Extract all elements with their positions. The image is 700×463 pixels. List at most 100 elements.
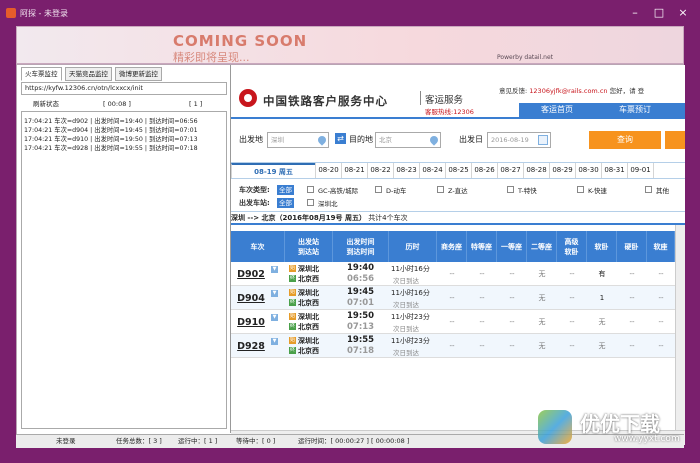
date-tab[interactable]: 08-25: [445, 163, 471, 178]
login-link[interactable]: 登: [638, 87, 645, 95]
date-tab[interactable]: 08-26: [471, 163, 497, 178]
tab-train-monitor[interactable]: 火车票监控: [21, 67, 62, 81]
seat-first: --: [509, 294, 515, 302]
table-row[interactable]: D902 ▼ 始 深圳北 终 北京西 19:40 06:56 11小时16分 次…: [231, 262, 685, 286]
control-bar: 刷新状态 [ 00:08 ] [ 1 ]: [21, 98, 227, 110]
dropdown-icon[interactable]: ▼: [271, 266, 278, 273]
type-all-button[interactable]: 全部: [277, 185, 294, 195]
from-label: 出发地: [239, 135, 263, 144]
seat-hard: --: [629, 318, 635, 326]
dropdown-icon[interactable]: ▼: [271, 338, 278, 345]
date-tab[interactable]: 08-23: [393, 163, 419, 178]
date-tab[interactable]: 08-24: [419, 163, 445, 178]
calendar-icon[interactable]: [538, 135, 548, 145]
date-tab[interactable]: 08-22: [367, 163, 393, 178]
table-row[interactable]: D904 ▼ 始 深圳北 终 北京西 19:45 07:01 11小时16分 次…: [231, 286, 685, 310]
to-value: 北京: [379, 136, 392, 144]
url-field[interactable]: https://kyfw.12306.cn/otn/lcxxcx/init: [21, 82, 227, 95]
col-times[interactable]: 出发时间 到达时间: [333, 231, 389, 262]
duration: 11小时16分: [391, 289, 430, 297]
tab-tmall-monitor[interactable]: 天猫竞品监控: [65, 67, 112, 81]
seat-hardseat: --: [658, 294, 664, 302]
date-tab[interactable]: 09-01: [627, 163, 653, 178]
query-button[interactable]: 查询: [589, 131, 661, 149]
type-option: K-快速: [588, 187, 607, 195]
location-pin-icon: [428, 134, 440, 146]
date-tab[interactable]: 08-20: [315, 163, 341, 178]
seat-first: --: [509, 318, 515, 326]
feedback-area: 意见反馈: 12306yjfk@rails.com.cn 您好，请 登: [499, 85, 644, 95]
seat-second: 无: [538, 318, 546, 326]
col-times-bottom: 到达时间: [346, 247, 375, 256]
result-summary: 深圳 --> 北京（2016年08月19号 周五） 共计4个车次: [231, 211, 685, 225]
refresh-status-button[interactable]: 刷新状态: [33, 98, 59, 110]
feedback-email-link[interactable]: 12306yjfk@rails.com.cn: [529, 87, 607, 95]
filter-panel: 车次类型: 全部 GC-高铁/城际 D-动车 Z-直达 T-特快 K-快速 其他…: [231, 181, 685, 211]
col-duration[interactable]: 历时: [389, 231, 437, 262]
site-subtitle: 客运服务: [425, 95, 464, 106]
checkbox[interactable]: [507, 186, 514, 193]
table-row[interactable]: D910 ▼ 始 深圳北 终 北京西 19:50 07:13 11小时23分 次…: [231, 310, 685, 334]
to-input[interactable]: 北京: [375, 132, 441, 148]
station-all-button[interactable]: 全部: [277, 198, 294, 208]
vertical-scrollbar[interactable]: [675, 225, 685, 430]
start-station-icon: 始: [289, 313, 296, 320]
col-times-top: 出发时间: [346, 237, 375, 246]
web-view: 中国铁路客户服务中心 客运服务 客服热线:12306 意见反馈: 12306yj…: [231, 65, 685, 445]
date-tab[interactable]: 08-28: [523, 163, 549, 178]
date-tab[interactable]: 08-21: [341, 163, 367, 178]
type-option: 其他: [656, 187, 669, 195]
header-divider: [420, 91, 421, 105]
greeting: 您好，请: [609, 87, 636, 95]
seat-hardseat: --: [658, 270, 664, 278]
date-tab-more[interactable]: [653, 163, 685, 178]
seat-softsleeper: --: [569, 294, 575, 302]
train-number[interactable]: D910: [237, 317, 265, 328]
checkbox[interactable]: [645, 186, 652, 193]
log-list[interactable]: 17:04:21 车次=d902 | 出发时间=19:40 | 到达时间=06:…: [21, 111, 227, 429]
table-header: 车次 出发站 到达站 出发时间 到达时间 历时 商务座 特等座 一等座 二等座 …: [231, 231, 685, 262]
to-station: 北京西: [298, 275, 319, 283]
end-station-icon: 终: [289, 347, 296, 354]
checkbox[interactable]: [577, 186, 584, 193]
train-number[interactable]: D904: [237, 293, 265, 304]
watermark: 优优下载 www.yyxt.com: [530, 404, 700, 463]
feedback-label: 意见反馈:: [499, 87, 528, 95]
col-train[interactable]: 车次: [231, 231, 285, 262]
tab-weibo-monitor[interactable]: 微博更新监控: [115, 67, 162, 81]
swap-icon[interactable]: ⇄: [335, 133, 346, 144]
date-tab[interactable]: 08-31: [601, 163, 627, 178]
maximize-icon[interactable]: □: [648, 5, 670, 21]
checkbox[interactable]: [375, 186, 382, 193]
checkbox[interactable]: [307, 186, 314, 193]
dropdown-icon[interactable]: ▼: [271, 314, 278, 321]
checkbox[interactable]: [437, 186, 444, 193]
seat-hard: --: [629, 342, 635, 350]
from-input[interactable]: 深圳: [267, 132, 329, 148]
arr-time: 07:18: [347, 346, 375, 356]
site-nav: 客运首页 车票预订: [519, 103, 685, 117]
col-stations[interactable]: 出发站 到达站: [285, 231, 333, 262]
station-label: 出发车站:: [239, 199, 270, 207]
from-station: 深圳北: [298, 289, 319, 297]
date-tab[interactable]: 08-30: [575, 163, 601, 178]
nav-home[interactable]: 客运首页: [541, 103, 573, 117]
end-station-icon: 终: [289, 323, 296, 330]
arr-time: 07:13: [347, 322, 375, 332]
date-tab-selected[interactable]: 08-19 周五: [231, 163, 315, 178]
date-input[interactable]: 2016-08-19: [487, 132, 551, 148]
secondary-button[interactable]: [665, 131, 685, 149]
date-tab[interactable]: 08-29: [549, 163, 575, 178]
close-icon[interactable]: ×: [672, 5, 694, 21]
minimize-icon[interactable]: –: [624, 5, 646, 21]
col-first: 一等座: [497, 231, 527, 262]
train-number[interactable]: D928: [237, 341, 265, 352]
seat-business: --: [449, 318, 455, 326]
checkbox[interactable]: [307, 199, 314, 206]
seat-premium: --: [479, 294, 485, 302]
table-row[interactable]: D928 ▼ 始 深圳北 终 北京西 19:55 07:18 11小时23分 次…: [231, 334, 685, 358]
train-number[interactable]: D902: [237, 269, 265, 280]
date-tab[interactable]: 08-27: [497, 163, 523, 178]
nav-booking[interactable]: 车票预订: [619, 103, 651, 117]
dropdown-icon[interactable]: ▼: [271, 290, 278, 297]
